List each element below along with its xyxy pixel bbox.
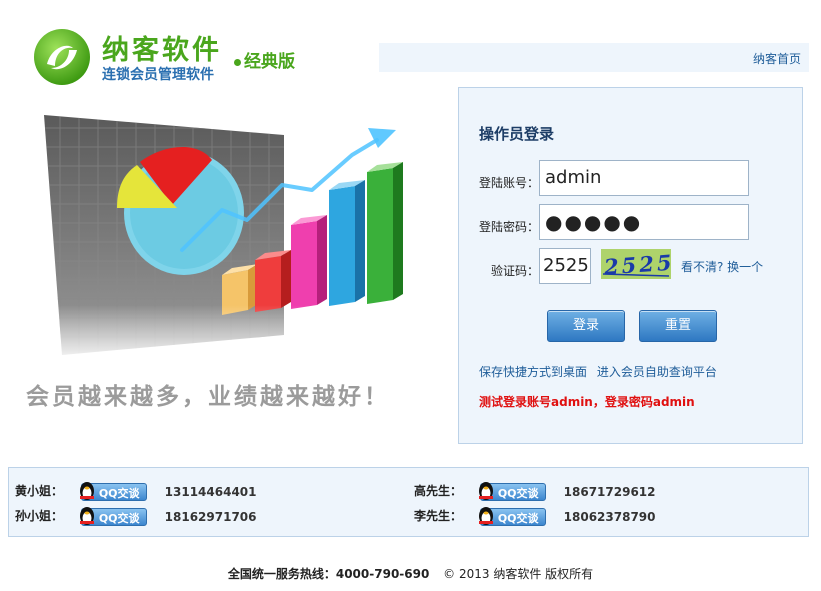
login-button[interactable]: 登录 bbox=[547, 310, 625, 342]
contact-item: 高先生： QQ交谈 18671729612 bbox=[414, 481, 656, 501]
qq-penguin-icon bbox=[79, 481, 94, 500]
qq-chat-label: QQ交谈 bbox=[497, 486, 539, 500]
qq-chat-button[interactable]: QQ交谈 bbox=[79, 506, 147, 526]
captcha-label: 验证码： bbox=[491, 264, 540, 278]
logo-subtitle: 连锁会员管理软件 bbox=[102, 67, 214, 83]
copyright: © 2013 纳客软件 版权所有 bbox=[443, 567, 594, 581]
logo-icon bbox=[34, 29, 90, 85]
qq-chat-button[interactable]: QQ交谈 bbox=[478, 481, 546, 501]
panel-links: 保存快捷方式到桌面 进入会员自助查询平台 bbox=[479, 363, 717, 380]
contact-phone: 18062378790 bbox=[563, 509, 656, 524]
chart-illustration bbox=[22, 115, 442, 365]
account-label: 登陆账号： bbox=[479, 176, 540, 190]
contact-bar: 黄小姐： QQ交谈 13114464401 孙小姐： QQ交谈 18162971… bbox=[8, 467, 809, 537]
login-title: 操作员登录 bbox=[479, 125, 555, 143]
logo-edition: 经典版 bbox=[234, 47, 295, 72]
qq-chat-label: QQ交谈 bbox=[98, 486, 140, 500]
password-input[interactable]: ●●●●● bbox=[539, 204, 749, 240]
qq-chat-button[interactable]: QQ交谈 bbox=[478, 506, 546, 526]
service-hotline: 全国统一服务热线：4000-790-690 bbox=[227, 567, 430, 581]
captcha-refresh-link[interactable]: 看不清? 换一个 bbox=[681, 258, 763, 275]
contact-item: 黄小姐： QQ交谈 13114464401 bbox=[15, 481, 257, 501]
contact-phone: 18162971706 bbox=[164, 509, 257, 524]
qq-chat-label: QQ交谈 bbox=[497, 511, 539, 525]
contact-phone: 13114464401 bbox=[164, 484, 257, 499]
top-bar: 纳客首页 bbox=[379, 43, 809, 72]
contact-item: 李先生： QQ交谈 18062378790 bbox=[414, 506, 656, 526]
self-service-link[interactable]: 进入会员自助查询平台 bbox=[597, 365, 717, 379]
logo-edition-label: 经典版 bbox=[244, 52, 295, 72]
password-label: 登陆密码： bbox=[479, 220, 540, 234]
qq-penguin-icon bbox=[478, 506, 493, 525]
qq-chat-button[interactable]: QQ交谈 bbox=[79, 481, 147, 501]
home-link[interactable]: 纳客首页 bbox=[753, 50, 801, 67]
contact-item: 孙小姐： QQ交谈 18162971706 bbox=[15, 506, 257, 526]
contact-phone: 18671729612 bbox=[563, 484, 656, 499]
contact-name: 黄小姐： bbox=[15, 484, 64, 498]
dot-icon bbox=[234, 58, 241, 66]
captcha-noise bbox=[602, 273, 670, 277]
login-panel: 操作员登录 登陆账号： admin 登陆密码： ●●●●● 验证码： 2525 … bbox=[458, 87, 803, 444]
captcha-input[interactable]: 2525 bbox=[539, 248, 591, 284]
contact-name: 孙小姐： bbox=[15, 509, 64, 523]
slogan: 会员越来越多，业绩越来越好！ bbox=[26, 384, 390, 410]
qq-penguin-icon bbox=[79, 506, 94, 525]
save-shortcut-link[interactable]: 保存快捷方式到桌面 bbox=[479, 365, 587, 379]
test-account-notice: 测试登录账号admin，登录密码admin bbox=[479, 395, 695, 409]
contact-name: 李先生： bbox=[414, 509, 463, 523]
contact-name: 高先生： bbox=[414, 484, 463, 498]
reset-button[interactable]: 重置 bbox=[639, 310, 717, 342]
qq-penguin-icon bbox=[478, 481, 493, 500]
account-input[interactable]: admin bbox=[539, 160, 749, 196]
logo-name: 纳客软件 bbox=[102, 35, 222, 66]
footer: 全国统一服务热线：4000-790-690 © 2013 纳客软件 版权所有 bbox=[0, 565, 821, 582]
logo: 纳客软件 连锁会员管理软件 经典版 bbox=[30, 26, 320, 88]
captcha-image[interactable]: 2525 bbox=[601, 249, 671, 279]
qq-chat-label: QQ交谈 bbox=[98, 511, 140, 525]
